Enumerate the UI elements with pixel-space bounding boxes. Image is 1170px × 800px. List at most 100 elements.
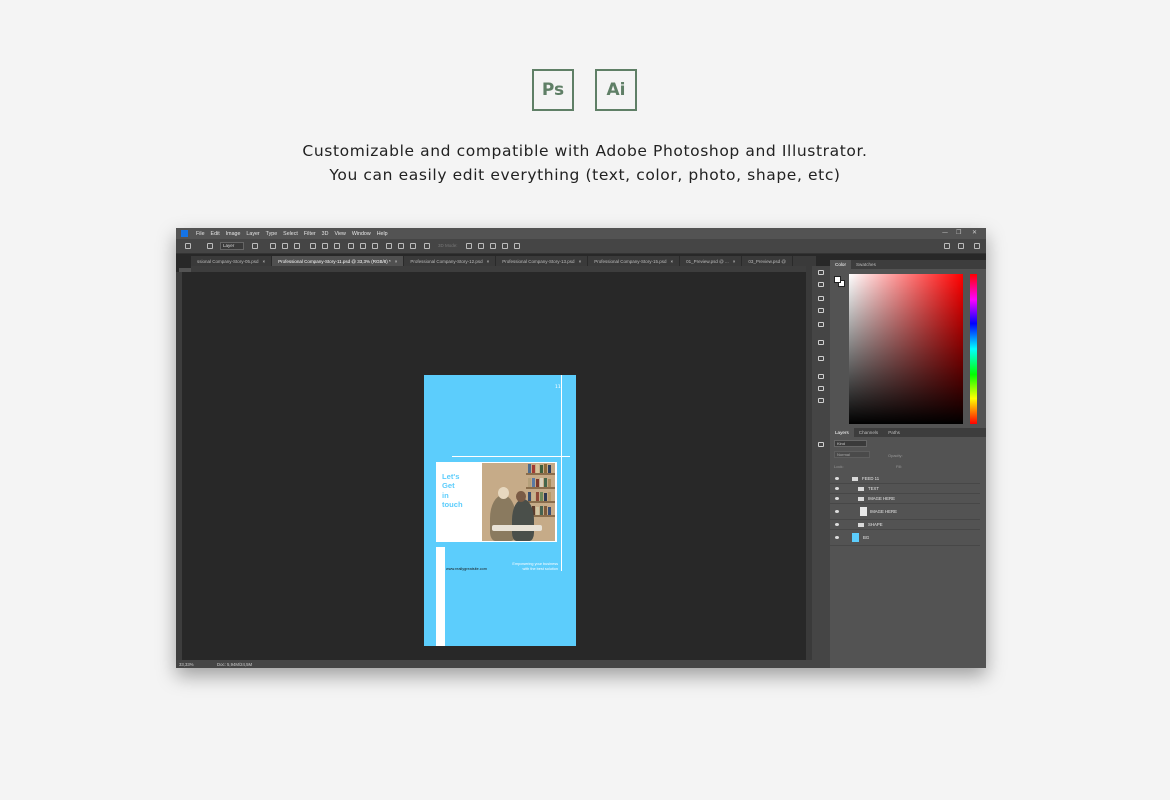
visibility-eye-icon[interactable] [835,523,839,526]
layer-comps-icon[interactable] [818,442,824,447]
photoshop-badge: Ps [532,69,574,111]
layer-row-image-here[interactable]: IMAGE HERE [830,504,980,520]
menu-filter[interactable]: Filter [304,231,316,237]
tab-preview-01[interactable]: 01_Preview.psd @ ... × [680,256,743,266]
glyphs-icon[interactable] [818,356,824,361]
distribute-center-icon[interactable] [398,243,404,249]
folder-icon [852,477,858,481]
distribute-left-icon[interactable] [386,243,392,249]
menu-type[interactable]: Type [266,231,277,237]
visibility-eye-icon[interactable] [835,497,839,500]
tab-layers[interactable]: Layers [830,428,854,437]
align-right-icon[interactable] [294,243,300,249]
tagline-line-1: Customizable and compatible with Adobe P… [302,142,868,160]
menu-view[interactable]: View [334,231,345,237]
tab-story-11[interactable]: Professional Company-Story-11.psd @ 33,3… [272,256,405,266]
close-tab-icon[interactable]: × [395,259,398,264]
color-picker-field[interactable] [849,274,963,424]
tab-story-12[interactable]: Professional Company-Story-12.psd × [404,256,497,266]
layer-row-shape[interactable]: SHAPE [830,520,980,530]
auto-select-checkbox[interactable] [207,243,213,249]
drag-3d-icon[interactable] [490,243,496,249]
show-transform-controls-icon[interactable] [252,243,258,249]
close-tab-icon[interactable]: × [671,259,674,264]
layer-row-image-here-group[interactable]: IMAGE HERE [830,494,980,504]
align-top-icon[interactable] [310,243,316,249]
visibility-eye-icon[interactable] [835,487,839,490]
close-tab-icon[interactable]: × [579,259,582,264]
orbit-3d-icon[interactable] [466,243,472,249]
distribute-bottom-icon[interactable] [372,243,378,249]
minimize-button[interactable]: — [942,229,948,236]
menu-edit[interactable]: Edit [211,231,220,237]
tab-label: 03_Preview.psd @ [748,258,786,264]
tab-story-05[interactable]: ssional Company-Story-05.psd × [191,256,273,266]
auto-select-dropdown[interactable]: Layer [220,242,244,250]
tab-swatches[interactable]: Swatches [851,260,881,269]
close-tab-icon[interactable]: × [487,259,490,264]
workspace-icon[interactable] [958,243,964,249]
close-tab-icon[interactable]: × [733,259,736,264]
scale-3d-icon[interactable] [514,243,520,249]
canvas-area[interactable]: 11 Let's Get in touch www.reallygreatsit… [182,272,806,660]
zoom-level[interactable]: 33,33% [179,662,209,667]
document-artboard[interactable]: 11 Let's Get in touch www.reallygreatsit… [424,375,576,646]
visibility-eye-icon[interactable] [835,510,839,513]
character-styles-icon[interactable] [818,340,824,345]
document-size[interactable]: Doc: 5,94M/24,5M [217,662,252,667]
menu-window[interactable]: Window [352,231,371,237]
blend-mode-dropdown[interactable]: Normal [834,451,870,458]
photo-placeholder[interactable] [482,463,555,541]
layer-filter-dropdown[interactable]: Kind [834,440,867,447]
align-bottom-icon[interactable] [334,243,340,249]
tab-channels[interactable]: Channels [854,428,883,437]
layer-row-text[interactable]: TEXT [830,484,980,494]
restore-button[interactable]: ❐ [956,229,961,236]
align-center-icon[interactable] [282,243,288,249]
tab-label: Professional Company-Story-11.psd @ 33,3… [278,258,391,264]
paragraph-icon[interactable] [818,322,824,327]
adjustments-icon[interactable] [818,308,824,313]
tab-story-15[interactable]: Professional Company-Story-15.psd × [588,256,681,266]
close-window-button[interactable]: ✕ [972,229,977,236]
visibility-eye-icon[interactable] [835,477,839,480]
slogan-text[interactable]: Empowering your business with the best s… [500,562,558,572]
menu-3d[interactable]: 3D [322,231,329,237]
auto-align-icon[interactable] [424,243,430,249]
close-tab-icon[interactable]: × [263,259,266,264]
tab-paths[interactable]: Paths [883,428,905,437]
panel-foreground-swatch[interactable] [834,276,841,283]
headline-text[interactable]: Let's Get in touch [442,472,482,510]
align-middle-icon[interactable] [322,243,328,249]
tab-color[interactable]: Color [830,260,851,269]
menu-layer[interactable]: Layer [246,231,259,237]
brushes-icon[interactable] [818,296,824,301]
tab-preview-03[interactable]: 03_Preview.psd @ [742,256,793,266]
properties-icon[interactable] [818,398,824,403]
visibility-eye-icon[interactable] [835,536,839,539]
learn-icon[interactable] [818,374,824,379]
tab-story-13[interactable]: Professional Company-Story-13.psd × [496,256,589,266]
layer-row-feed-11[interactable]: FEED 11 [830,474,980,484]
layer-row-bg[interactable]: BG [830,530,980,546]
move-tool-icon[interactable] [185,243,191,249]
search-icon[interactable] [944,243,950,249]
roll-3d-icon[interactable] [478,243,484,249]
decorative-bar [443,547,445,646]
distribute-middle-icon[interactable] [360,243,366,249]
slide-3d-icon[interactable] [502,243,508,249]
smart-object-thumbnail-icon [860,507,867,516]
menu-file[interactable]: File [196,231,205,237]
distribute-top-icon[interactable] [348,243,354,249]
distribute-right-icon[interactable] [410,243,416,249]
history-icon[interactable] [818,270,824,275]
share-icon[interactable] [974,243,980,249]
hue-slider[interactable] [970,274,977,424]
libraries-icon[interactable] [818,386,824,391]
align-left-icon[interactable] [270,243,276,249]
menu-image[interactable]: Image [226,231,241,237]
website-url[interactable]: www.reallygreatsite.com [446,567,487,571]
brush-settings-icon[interactable] [818,282,824,287]
menu-select[interactable]: Select [283,231,298,237]
menu-help[interactable]: Help [377,231,388,237]
